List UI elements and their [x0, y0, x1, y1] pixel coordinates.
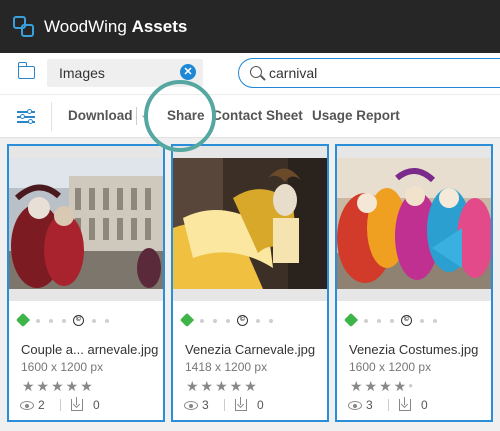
download-icon: [71, 397, 83, 411]
copyright-icon: ©: [237, 315, 248, 326]
search-input[interactable]: carnival: [238, 58, 500, 88]
status-dot: [200, 319, 204, 323]
tag-icon[interactable]: [15, 312, 31, 328]
asset-dimensions: 1600 x 1200 px: [21, 360, 104, 374]
folder-icon[interactable]: [17, 62, 35, 79]
thumbnail-area: [9, 146, 163, 301]
download-count: 0: [93, 398, 100, 412]
asset-stats: 3 0: [183, 397, 293, 412]
thumbnail-area: [173, 146, 327, 301]
download-count: 0: [257, 398, 264, 412]
view-count: 3: [202, 398, 209, 412]
action-toolbar: Download ⌄ Share Contact Sheet Usage Rep…: [0, 95, 500, 138]
copyright-icon: ©: [401, 315, 412, 326]
status-dot: [420, 319, 424, 323]
asset-card[interactable]: © Couple a... arnevale.jpg 1600 x 1200 p…: [7, 144, 165, 422]
stats-divider: [224, 399, 225, 411]
stats-divider: [60, 399, 61, 411]
status-dot: [62, 319, 66, 323]
asset-filename: Venezia Carnevale.jpg: [185, 342, 316, 357]
star-rating[interactable]: ★★★★●: [350, 378, 415, 395]
eye-icon: [184, 401, 198, 410]
status-dot: [105, 319, 109, 323]
asset-card[interactable]: © Venezia Carnevale.jpg 1418 x 1200 px ★…: [171, 144, 329, 422]
asset-stats: 2 0: [19, 397, 129, 412]
download-icon: [399, 397, 411, 411]
asset-card[interactable]: © Venezia Costumes.jpg 1600 x 1200 px ★★…: [335, 144, 493, 422]
status-dot: [364, 319, 368, 323]
woodwing-logo-icon: [13, 15, 35, 38]
toolbar-divider: [51, 102, 52, 131]
asset-status-row: ©: [15, 312, 148, 328]
status-dot: [213, 319, 217, 323]
asset-thumbnail[interactable]: [337, 158, 491, 289]
download-button[interactable]: Download: [68, 108, 133, 123]
eye-icon: [348, 401, 362, 410]
share-highlight-ring: [144, 80, 216, 152]
status-dot: [269, 319, 273, 323]
eye-icon: [20, 401, 34, 410]
asset-stats: 3 0: [347, 397, 457, 412]
status-dot: [36, 319, 40, 323]
thumbnail-area: [337, 146, 491, 301]
stats-divider: [388, 399, 389, 411]
close-icon[interactable]: ✕: [180, 64, 196, 80]
usage-report-button[interactable]: Usage Report: [312, 108, 400, 123]
asset-filename: Venezia Costumes.jpg: [349, 342, 479, 357]
asset-dimensions: 1600 x 1200 px: [349, 360, 432, 374]
star-rating[interactable]: ★★★★★: [186, 378, 259, 395]
download-split-divider: [136, 107, 137, 125]
download-icon: [235, 397, 247, 411]
asset-dimensions: 1418 x 1200 px: [185, 360, 268, 374]
asset-thumbnail[interactable]: [9, 158, 163, 289]
status-dot: [256, 319, 260, 323]
search-query-text: carnival: [269, 65, 318, 81]
search-icon: [250, 66, 262, 78]
star-rating[interactable]: ★★★★★: [22, 378, 95, 395]
asset-status-row: ©: [179, 312, 312, 328]
filter-sliders-icon[interactable]: [17, 109, 35, 124]
tag-icon[interactable]: [343, 312, 359, 328]
asset-thumbnail[interactable]: [173, 158, 327, 289]
view-count: 3: [366, 398, 373, 412]
asset-status-row: ©: [343, 312, 476, 328]
status-dot: [226, 319, 230, 323]
contact-sheet-button[interactable]: Contact Sheet: [212, 108, 303, 123]
status-dot: [377, 319, 381, 323]
download-count: 0: [421, 398, 428, 412]
tag-icon[interactable]: [179, 312, 195, 328]
status-dot: [49, 319, 53, 323]
asset-filename: Couple a... arnevale.jpg: [21, 342, 159, 357]
status-dot: [433, 319, 437, 323]
status-dot: [92, 319, 96, 323]
view-count: 2: [38, 398, 45, 412]
app-header: WoodWing Assets: [0, 0, 500, 53]
folder-chip-label: Images: [59, 65, 105, 81]
brand-title: WoodWing Assets: [44, 16, 188, 36]
status-dot: [390, 319, 394, 323]
copyright-icon: ©: [73, 315, 84, 326]
